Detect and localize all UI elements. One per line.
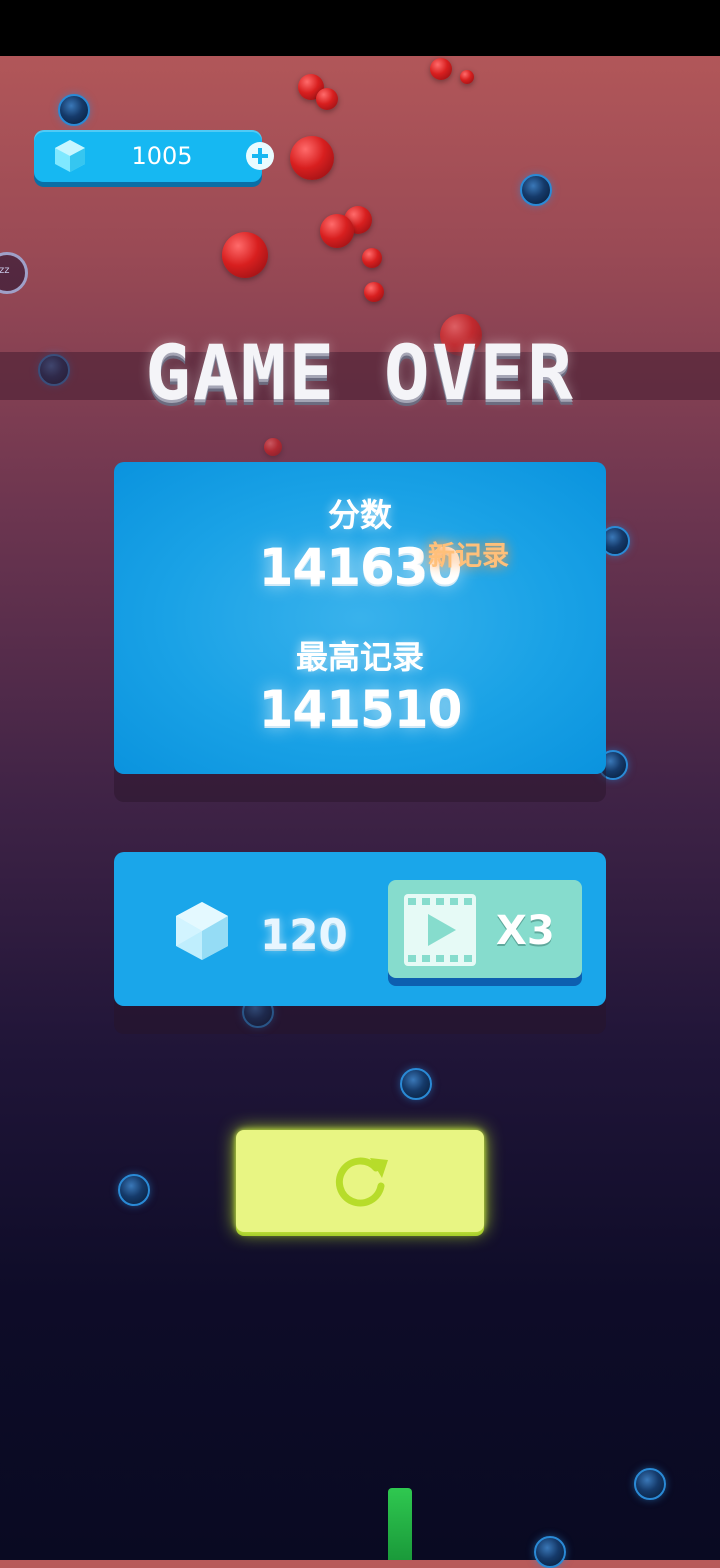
best-score-label: 最高记录 [295,638,424,676]
red-orb [430,58,452,80]
reward-multiplier: X3 [496,908,555,954]
status-bar [0,0,720,56]
blue-orb [634,1468,666,1500]
blue-orb [58,94,90,126]
score-label: 分数 [327,496,392,534]
game-over-title: GAME OVER [145,328,575,417]
gem-icon [176,902,228,960]
add-gems-button[interactable] [246,142,274,170]
restart-button[interactable] [236,1130,484,1232]
gem-counter: 1005 [34,130,274,182]
red-orb [364,282,384,302]
blue-orb [520,174,552,206]
red-orb [264,438,282,456]
score-value: 141630 [258,538,463,596]
side-badge-label: zz [0,265,10,276]
red-orb [222,232,268,278]
blue-orb [400,1068,432,1100]
reward-panel: 120 X3 [114,852,606,1006]
gem-icon [55,140,85,172]
red-orb [316,88,338,110]
new-record-badge: 新记录 [428,541,509,572]
red-orb [290,136,334,180]
best-score-value: 141510 [258,680,463,738]
red-orb [320,214,354,248]
blue-orb [534,1536,566,1568]
red-orb [460,70,474,84]
video-play-icon [404,894,476,966]
green-stem [388,1488,412,1560]
red-orb [362,248,382,268]
score-panel: 分数 141630 新记录 最高记录 141510 [114,462,606,774]
gem-count: 1005 [131,142,193,170]
side-badge[interactable]: zz [0,252,28,294]
reward-amount: 120 [260,910,348,959]
restart-icon [335,1157,388,1207]
blue-orb [118,1174,150,1206]
watch-video-triple-button[interactable]: X3 [388,880,582,978]
